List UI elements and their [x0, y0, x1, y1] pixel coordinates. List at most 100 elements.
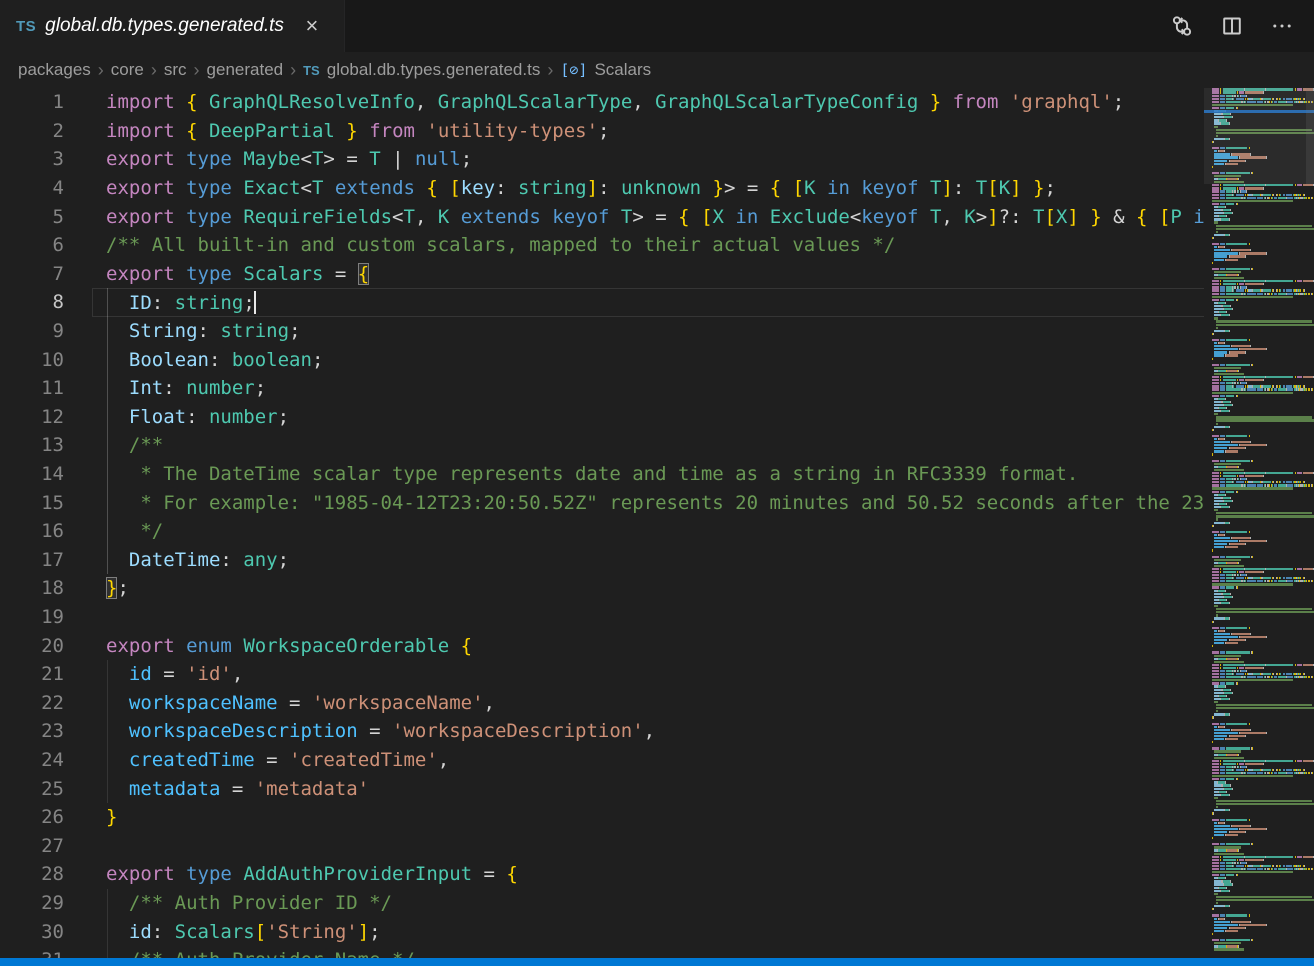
line-number: 21 — [0, 663, 64, 685]
breadcrumb: packages › core › src › generated › TS g… — [0, 52, 1314, 88]
code-line-25[interactable]: 25 metadata = 'metadata' — [0, 774, 1212, 803]
minimap-line — [1212, 707, 1314, 710]
line-number: 6 — [0, 234, 64, 256]
line-number: 19 — [0, 606, 64, 628]
line-number: 16 — [0, 520, 64, 542]
breadcrumb-item-symbol[interactable]: Scalars — [594, 60, 651, 80]
code-line-14[interactable]: 14 * The DateTime scalar type represents… — [0, 460, 1212, 489]
code-line-29[interactable]: 29 /** Auth Provider ID */ — [0, 889, 1212, 918]
close-tab-icon[interactable]: × — [300, 14, 324, 38]
code-line-6[interactable]: 6 /** All built-in and custom scalars, ma… — [0, 231, 1212, 260]
code-line-7[interactable]: 7export type Scalars = { — [0, 260, 1212, 289]
tab-global-db-types[interactable]: TS global.db.types.generated.ts × — [0, 0, 345, 52]
vertical-scrollbar[interactable] — [1306, 88, 1314, 184]
line-content: id = 'id', — [106, 663, 243, 685]
code-line-27[interactable]: 27 — [0, 831, 1212, 860]
line-number: 9 — [0, 320, 64, 342]
line-content: }; — [106, 577, 129, 599]
code-line-21[interactable]: 21 id = 'id', — [0, 660, 1212, 689]
line-content: id: Scalars['String']; — [106, 921, 381, 943]
code-line-10[interactable]: 10 Boolean: boolean; — [0, 345, 1212, 374]
code-line-9[interactable]: 9 String: string; — [0, 317, 1212, 346]
symbol-type-icon: [⊘] — [560, 61, 587, 79]
code-line-30[interactable]: 30 id: Scalars['String']; — [0, 917, 1212, 946]
code-line-4[interactable]: 4 export type Exact<T extends { [key: str… — [0, 174, 1212, 203]
line-number: 31 — [0, 949, 64, 958]
code-line-13[interactable]: 13 /** — [0, 431, 1212, 460]
line-number: 10 — [0, 349, 64, 371]
status-bar — [0, 958, 1314, 966]
code-line-23[interactable]: 23 workspaceDescription = 'workspaceDesc… — [0, 717, 1212, 746]
line-number: 30 — [0, 921, 64, 943]
line-content: export type Exact<T extends { [key: stri… — [106, 177, 1056, 199]
code-line-20[interactable]: 20 export enum WorkspaceOrderable { — [0, 631, 1212, 660]
chevron-right-icon: › — [547, 62, 553, 79]
line-number: 12 — [0, 406, 64, 428]
code-line-17[interactable]: 17 DateTime: any; — [0, 546, 1212, 575]
code-line-28[interactable]: 28export type AddAuthProviderInput = { — [0, 860, 1212, 889]
line-content: metadata = 'metadata' — [106, 778, 369, 800]
line-content: ID: string; — [106, 291, 256, 314]
breadcrumb-item-core[interactable]: core — [111, 60, 144, 80]
line-number: 14 — [0, 463, 64, 485]
line-content: /** — [106, 434, 163, 456]
line-number: 27 — [0, 835, 64, 857]
line-number: 13 — [0, 434, 64, 456]
line-number: 26 — [0, 806, 64, 828]
line-number: 20 — [0, 635, 64, 657]
breadcrumb-item-src[interactable]: src — [164, 60, 187, 80]
chevron-right-icon: › — [194, 62, 200, 79]
line-number: 22 — [0, 692, 64, 714]
code-line-24[interactable]: 24 createdTime = 'createdTime', — [0, 746, 1212, 775]
line-content: export enum WorkspaceOrderable { — [106, 635, 472, 657]
line-content: Int: number; — [106, 377, 266, 399]
code-line-2[interactable]: 2import { DeepPartial } from 'utility-ty… — [0, 117, 1212, 146]
tab-title: global.db.types.generated.ts — [45, 15, 284, 37]
more-actions-icon[interactable] — [1270, 14, 1294, 38]
split-editor-icon[interactable] — [1220, 14, 1244, 38]
line-content: Float: number; — [106, 406, 289, 428]
code-line-22[interactable]: 22 workspaceName = 'workspaceName', — [0, 688, 1212, 717]
breadcrumb-item-packages[interactable]: packages — [18, 60, 91, 80]
code-line-5[interactable]: 5export type RequireFields<T, K extends … — [0, 202, 1212, 231]
line-content: * The DateTime scalar type represents da… — [106, 463, 1078, 485]
code-line-16[interactable]: 16 */ — [0, 517, 1212, 546]
breadcrumb-item-generated[interactable]: generated — [207, 60, 284, 80]
minimap-line — [1212, 323, 1314, 326]
code-editor[interactable]: 1import { GraphQLResolveInfo, GraphQLSca… — [0, 88, 1212, 958]
typescript-file-icon: TS — [16, 18, 36, 35]
line-number: 4 — [0, 177, 64, 199]
open-changes-icon[interactable] — [1170, 14, 1194, 38]
code-line-1[interactable]: 1import { GraphQLResolveInfo, GraphQLSca… — [0, 88, 1212, 117]
line-content: * For example: "1985-04-12T23:20:50.52Z"… — [106, 492, 1204, 514]
line-number: 8 — [0, 291, 64, 313]
line-number: 17 — [0, 549, 64, 571]
line-number: 7 — [0, 263, 64, 285]
code-line-19[interactable]: 19 — [0, 603, 1212, 632]
line-content: Boolean: boolean; — [106, 349, 323, 371]
editor-actions — [1170, 0, 1314, 52]
typescript-file-icon: TS — [303, 63, 320, 78]
code-line-31[interactable]: 31 /** Auth Provider Name */ — [0, 946, 1212, 958]
line-content: String: string; — [106, 320, 301, 342]
minimap[interactable] — [1204, 88, 1314, 958]
code-line-11[interactable]: 11 Int: number; — [0, 374, 1212, 403]
code-line-26[interactable]: 26} — [0, 803, 1212, 832]
code-line-3[interactable]: 3export type Maybe<T> = T | null; — [0, 145, 1212, 174]
minimap-line — [1212, 131, 1314, 134]
line-number: 5 — [0, 206, 64, 228]
breadcrumb-item-file[interactable]: global.db.types.generated.ts — [327, 60, 541, 80]
tab-bar: TS global.db.types.generated.ts × — [0, 0, 1314, 52]
code-line-12[interactable]: 12 Float: number; — [0, 403, 1212, 432]
code-line-15[interactable]: 15 * For example: "1985-04-12T23:20:50.5… — [0, 488, 1212, 517]
line-content: } — [106, 806, 117, 828]
line-content: /** All built-in and custom scalars, map… — [106, 234, 895, 256]
code-line-8[interactable]: 8 ID: string; — [0, 288, 1212, 317]
text-cursor — [254, 291, 256, 314]
minimap-line — [1212, 611, 1314, 614]
minimap-line — [1212, 899, 1314, 902]
minimap-line — [1212, 419, 1314, 422]
line-content: DateTime: any; — [106, 549, 289, 571]
code-line-18[interactable]: 18}; — [0, 574, 1212, 603]
line-number: 29 — [0, 892, 64, 914]
